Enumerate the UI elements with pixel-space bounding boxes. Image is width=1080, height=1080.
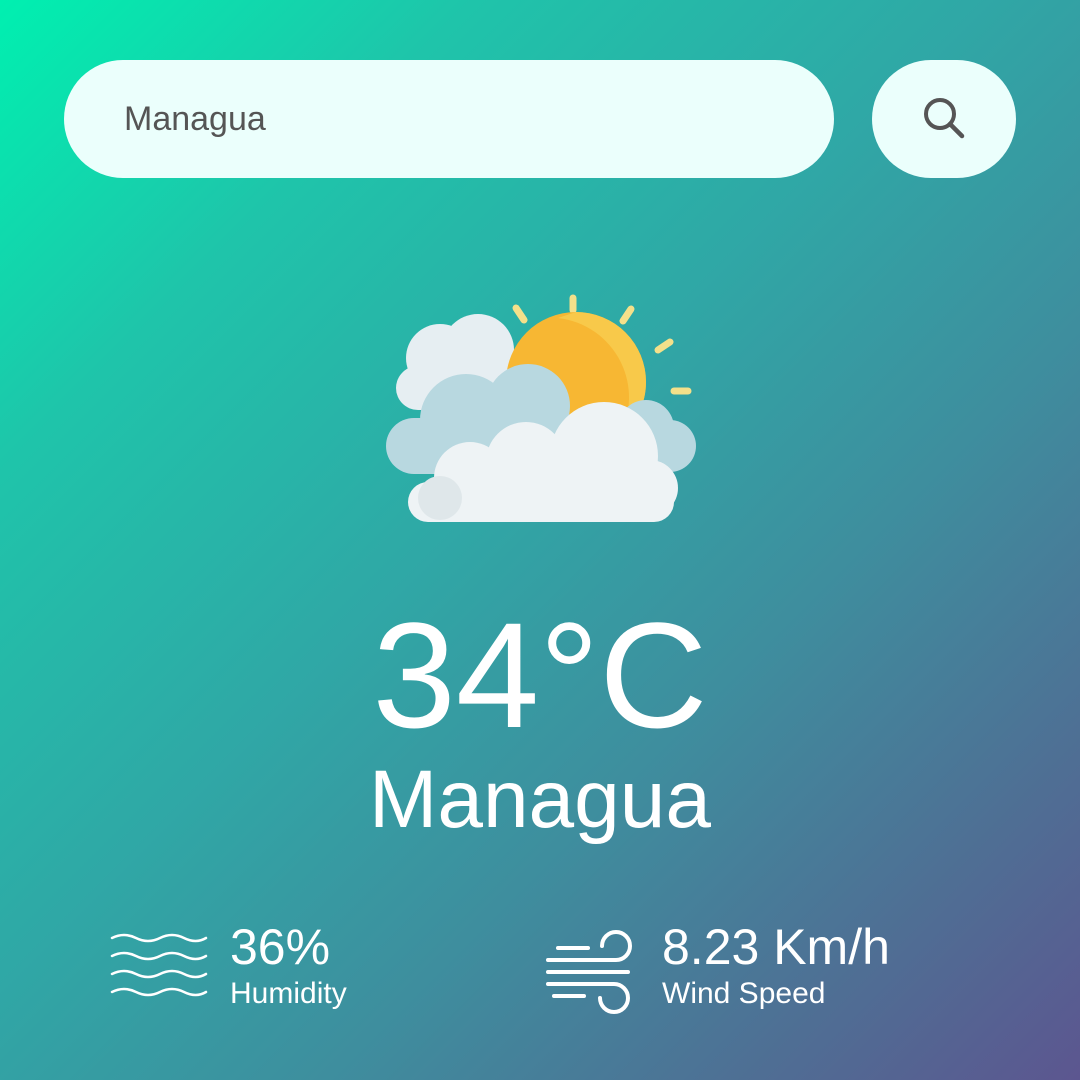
search-input[interactable] [64,60,834,178]
wind-text: 8.23 Km/h Wind Speed [662,918,890,1012]
sun-behind-clouds-icon [378,288,708,528]
weather-card: 34°C Managua 36% Humidity [0,0,1080,1080]
wind-icon [544,930,640,1019]
wind-stat: 8.23 Km/h Wind Speed [544,918,890,1028]
search-bar [64,60,1016,178]
humidity-text: 36% Humidity [230,918,347,1012]
wind-label: Wind Speed [662,977,826,1010]
humidity-label: Humidity [230,977,347,1010]
humidity-waves-icon [108,930,208,1011]
city-name: Managua [369,754,711,845]
humidity-value: 36% [230,919,331,975]
search-icon [920,94,968,145]
temperature: 34°C [372,591,708,759]
search-button[interactable] [872,60,1016,178]
humidity-stat: 36% Humidity [108,918,347,1028]
wind-value: 8.23 Km/h [662,919,890,975]
